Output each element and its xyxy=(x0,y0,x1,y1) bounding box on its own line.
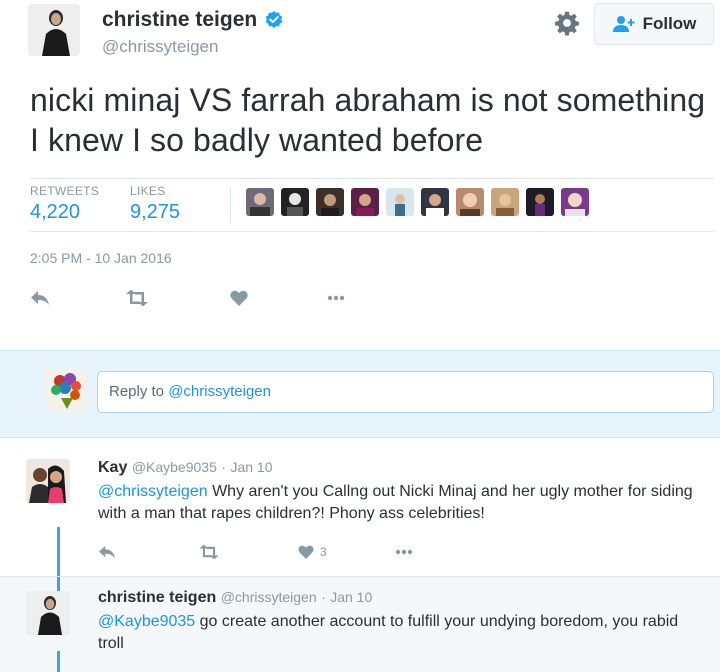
retweet-icon xyxy=(126,290,148,306)
reply-tweet[interactable]: christine teigen @chrissyteigen · Jan 10… xyxy=(0,576,720,672)
reply-button[interactable] xyxy=(98,540,116,564)
likes-count: 9,275 xyxy=(130,201,181,223)
reply-text: @Kaybe9035 go create another account to … xyxy=(98,611,698,655)
reply-author-name[interactable]: Kay xyxy=(98,459,127,476)
liker-avatar[interactable] xyxy=(246,188,274,216)
liker-avatars xyxy=(246,188,589,216)
like-button[interactable] xyxy=(230,286,248,310)
reply-icon xyxy=(31,291,49,305)
liker-avatar[interactable] xyxy=(561,188,589,216)
liker-avatar[interactable] xyxy=(456,188,484,216)
main-tweet: christine teigen @chrissyteigen Follow n… xyxy=(0,0,720,350)
more-button[interactable] xyxy=(327,286,345,310)
reply-header: Kay @Kaybe9035 · Jan 10 xyxy=(98,459,273,477)
thread-connector xyxy=(57,577,60,591)
reply-mention[interactable]: @chrissyteigen xyxy=(98,483,208,500)
more-button[interactable] xyxy=(395,540,413,564)
follow-person-icon xyxy=(612,16,635,32)
author-display-name[interactable]: christine teigen xyxy=(102,8,257,32)
reply-author-handle[interactable]: @chrissyteigen xyxy=(221,589,317,605)
tweet-stats: RETWEETS 4,220 LIKES 9,275 xyxy=(30,178,714,232)
reply-separator: · xyxy=(321,589,326,605)
thread-connector xyxy=(57,527,60,576)
liker-avatar[interactable] xyxy=(526,188,554,216)
reply-author-name[interactable]: christine teigen xyxy=(98,589,216,606)
more-icon xyxy=(395,549,413,555)
reply-header: christine teigen @chrissyteigen · Jan 10 xyxy=(98,589,372,607)
retweets-count: 4,220 xyxy=(30,201,81,223)
liker-avatar[interactable] xyxy=(281,188,309,216)
retweet-button[interactable] xyxy=(198,540,220,564)
retweet-button[interactable] xyxy=(125,286,149,310)
reply-placeholder-prefix: Reply to xyxy=(109,383,169,400)
likes-stat[interactable]: LIKES 9,275 xyxy=(130,184,180,224)
reply-input[interactable]: Reply to @chrissyteigen xyxy=(97,371,714,413)
like-button[interactable]: 3 xyxy=(298,540,327,564)
liker-avatar[interactable] xyxy=(421,188,449,216)
reply-date[interactable]: Jan 10 xyxy=(230,459,272,475)
liker-avatar[interactable] xyxy=(491,188,519,216)
retweets-stat[interactable]: RETWEETS 4,220 xyxy=(30,184,99,224)
follow-button[interactable]: Follow xyxy=(594,3,714,45)
thread-connector xyxy=(57,651,60,672)
liker-avatar[interactable] xyxy=(351,188,379,216)
reply-avatar[interactable] xyxy=(26,459,70,503)
author-avatar[interactable] xyxy=(28,4,80,56)
reply-text: @chrissyteigen Why aren't you Callng out… xyxy=(98,481,698,525)
gear-icon[interactable] xyxy=(554,10,580,36)
tweet-timestamp[interactable]: 2:05 PM - 10 Jan 2016 xyxy=(30,250,172,266)
author-handle[interactable]: @chrissyteigen xyxy=(102,37,218,57)
retweet-icon xyxy=(199,545,219,559)
follow-label: Follow xyxy=(642,14,697,33)
verified-icon xyxy=(265,10,283,29)
tweet-text: nicki minaj VS farrah abraham is not som… xyxy=(30,82,706,158)
reply-author-handle[interactable]: @Kaybe9035 xyxy=(132,459,217,475)
stats-divider xyxy=(230,187,231,223)
like-count: 3 xyxy=(320,545,327,559)
heart-icon xyxy=(230,290,248,306)
retweets-label: RETWEETS xyxy=(30,184,100,198)
heart-icon xyxy=(298,545,314,559)
current-user-avatar[interactable] xyxy=(46,369,88,411)
reply-icon xyxy=(99,545,115,559)
reply-placeholder-mention: @chrissyteigen xyxy=(168,383,271,400)
reply-separator: · xyxy=(221,459,226,475)
reply-tweet[interactable]: Kay @Kaybe9035 · Jan 10 @chrissyteigen W… xyxy=(0,439,720,576)
reply-button[interactable] xyxy=(30,286,50,310)
likes-label: LIKES xyxy=(130,184,166,198)
liker-avatar[interactable] xyxy=(316,188,344,216)
more-icon xyxy=(327,295,345,301)
liker-avatar[interactable] xyxy=(386,188,414,216)
reply-date[interactable]: Jan 10 xyxy=(330,589,372,605)
reply-mention[interactable]: @Kaybe9035 xyxy=(98,613,195,630)
reply-avatar[interactable] xyxy=(26,591,70,635)
